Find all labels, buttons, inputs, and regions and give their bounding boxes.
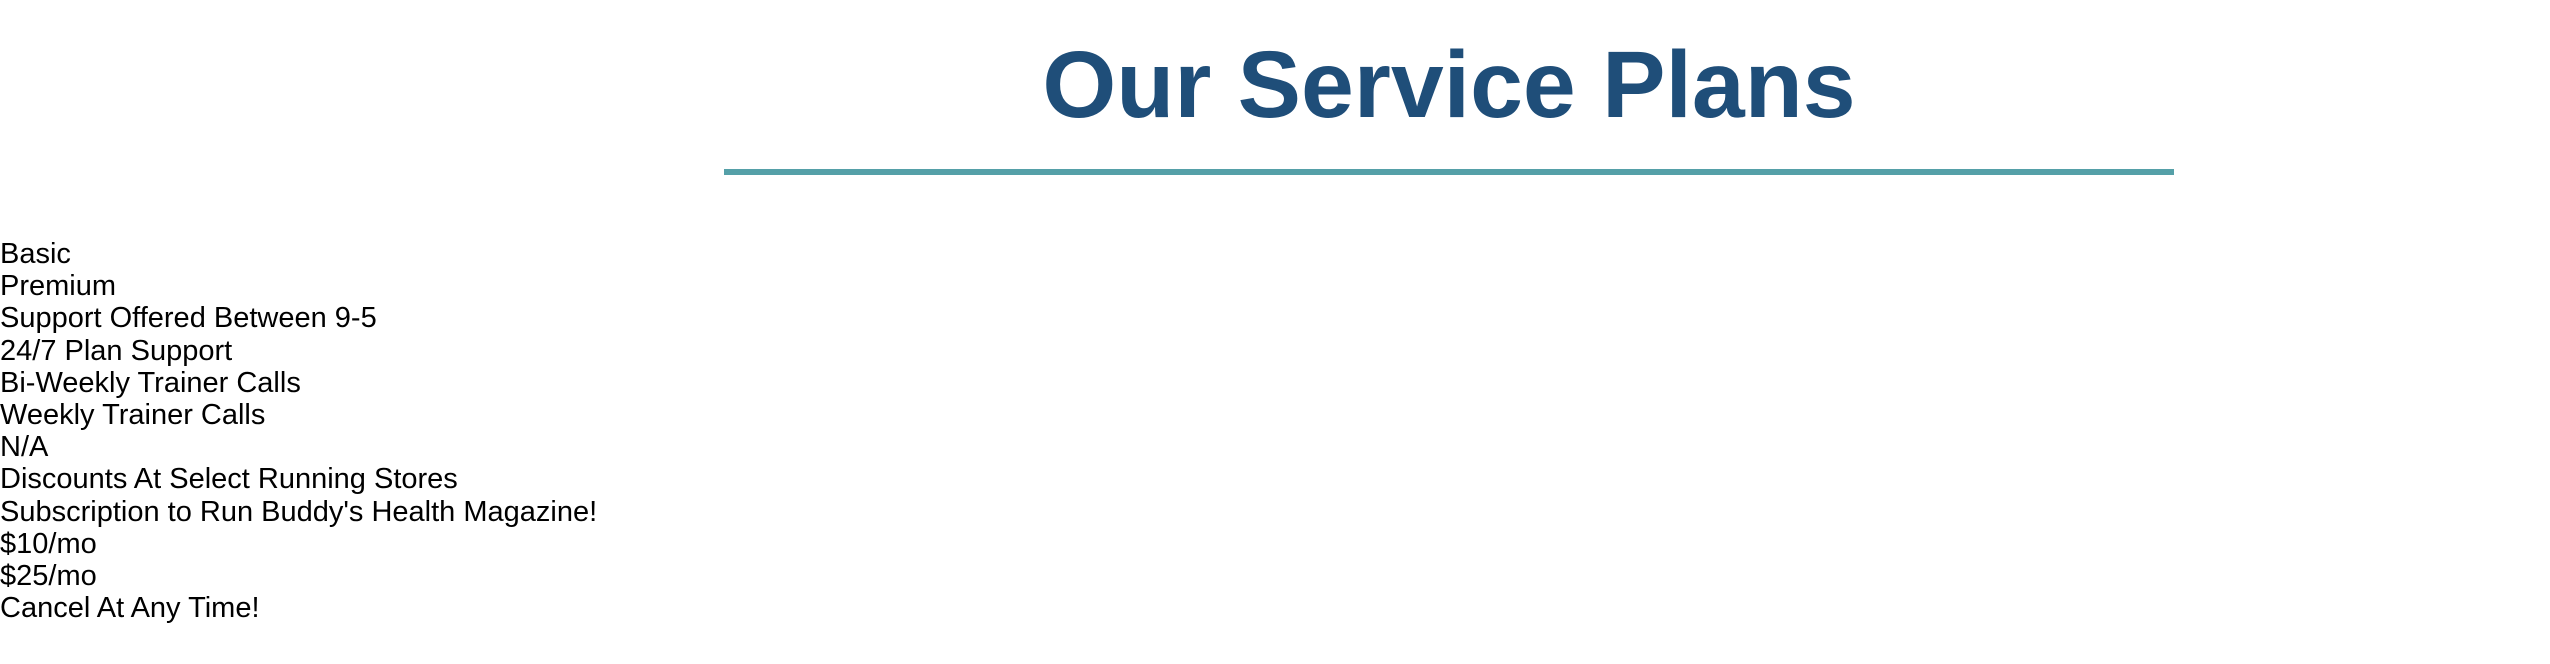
- plan-price-premium: $25/mo: [0, 559, 97, 592]
- plans-table: Basic Premium Support Offered Between 9-…: [0, 238, 597, 624]
- plan-discounts-premium: Discounts At Select Running Stores: [0, 463, 458, 496]
- plan-cancel-note: Cancel At Any Time!: [0, 592, 260, 625]
- page-title: Our Service Plans: [1042, 32, 1856, 138]
- plan-name-premium: Premium: [0, 270, 117, 303]
- plan-price-basic: $10/mo: [0, 527, 97, 560]
- plan-support-basic: Support Offered Between 9-5: [0, 302, 377, 335]
- plan-support-premium: 24/7 Plan Support: [0, 334, 233, 367]
- title-divider: [724, 169, 2174, 175]
- plan-discounts-basic: N/A: [0, 431, 49, 464]
- plan-magazine-premium: Subscription to Run Buddy's Health Magaz…: [0, 495, 598, 528]
- plan-trainer-calls-premium: Weekly Trainer Calls: [0, 398, 266, 431]
- plan-name-basic: Basic: [0, 238, 71, 270]
- plan-trainer-calls-basic: Bi-Weekly Trainer Calls: [0, 366, 301, 399]
- page-header: Our Service Plans: [0, 0, 2550, 200]
